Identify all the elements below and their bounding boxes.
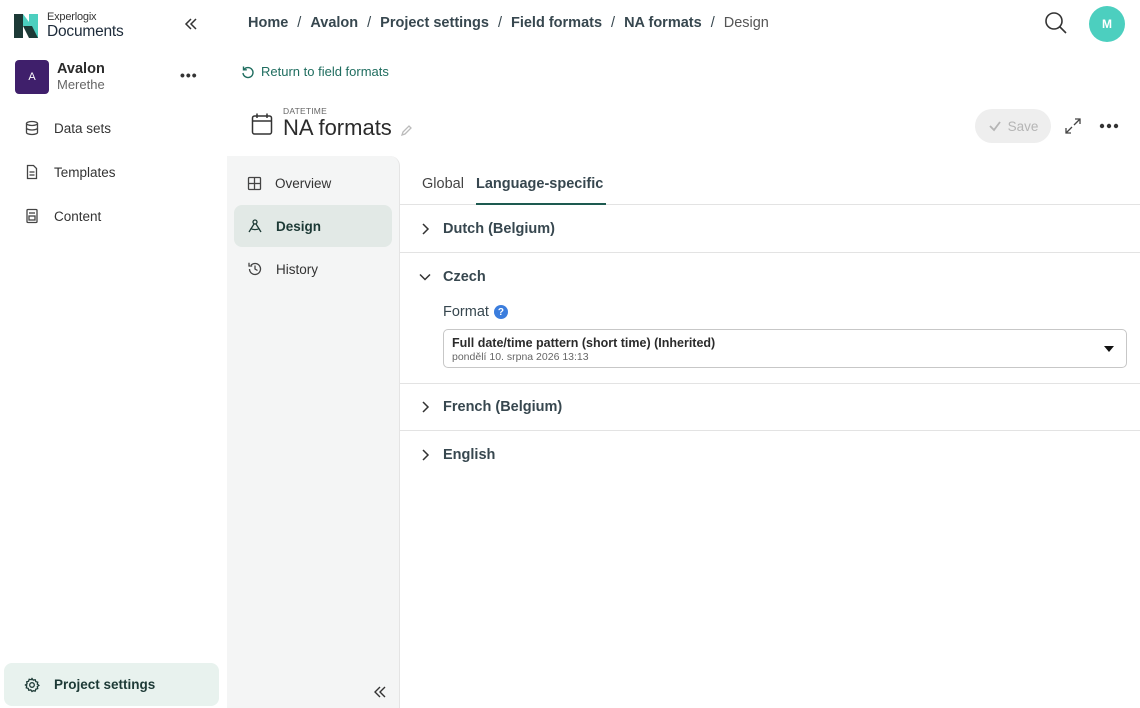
format-preview: pondělí 10. srpna 2026 13:13: [452, 351, 589, 363]
inner-nav-label: Overview: [275, 175, 332, 191]
help-icon[interactable]: ?: [493, 305, 508, 319]
more-horizontal-icon: [1099, 123, 1119, 129]
search-icon: [1045, 12, 1067, 34]
user-avatar[interactable]: M: [1089, 6, 1125, 42]
sidebar-item-label: Templates: [54, 164, 116, 180]
expand-icon: [1065, 118, 1081, 134]
app-logo[interactable]: Experlogix Documents: [14, 12, 124, 40]
collapse-inner-sidebar-button[interactable]: [372, 684, 388, 700]
format-select-value: Full date/time pattern (short time) (Inh…: [452, 336, 716, 350]
inner-nav-overview[interactable]: Overview: [234, 162, 392, 204]
double-chevron-left-icon: [184, 18, 197, 30]
history-icon: [248, 262, 262, 276]
page-title: NA formats: [283, 115, 392, 140]
return-to-field-formats-link[interactable]: Return to field formats: [241, 64, 389, 79]
sidebar-item-templates[interactable]: Templates: [14, 154, 214, 190]
chevron-right-icon: [422, 223, 430, 235]
save-label: Save: [1007, 118, 1039, 134]
tab-language-specific[interactable]: Language-specific: [476, 176, 603, 192]
sidebar-item-data-sets[interactable]: Data sets: [14, 110, 214, 146]
breadcrumb-field-formats[interactable]: Field formats: [511, 15, 602, 31]
check-icon: [988, 121, 1001, 132]
breadcrumb-avalon[interactable]: Avalon: [310, 15, 358, 31]
inner-nav-label: Design: [276, 218, 322, 234]
save-button[interactable]: Save: [975, 109, 1051, 143]
calendar-icon: [251, 113, 273, 135]
breadcrumb: Home / Avalon / Project settings / Field…: [248, 15, 769, 31]
page-header: DATETIME NA formats: [251, 106, 413, 140]
logo-big-text: Documents: [47, 23, 124, 40]
section-title: English: [443, 447, 496, 463]
content-icon: [26, 208, 38, 224]
workspace-user: Merethe: [57, 76, 105, 92]
double-chevron-left-icon: [374, 686, 386, 698]
caret-down-icon: [1104, 346, 1114, 352]
section-header[interactable]: French (Belgium): [418, 384, 562, 430]
section-czech: Czech Format ? Full date/time pattern (s…: [400, 253, 1140, 384]
collapse-sidebar-button[interactable]: [181, 14, 201, 34]
workspace-more-button[interactable]: •••: [180, 67, 200, 87]
breadcrumb-separator: /: [710, 15, 715, 31]
breadcrumb-separator: /: [367, 15, 372, 31]
breadcrumb-home[interactable]: Home: [248, 15, 288, 31]
inner-nav-label: History: [276, 261, 319, 277]
undo-icon: [242, 66, 254, 78]
template-icon: [26, 164, 38, 180]
format-select[interactable]: Full date/time pattern (short time) (Inh…: [443, 329, 1127, 368]
grid-icon: [247, 176, 262, 190]
workspace-avatar: A: [15, 60, 49, 94]
format-label-text: Format: [443, 304, 489, 320]
inner-nav-history[interactable]: History: [234, 248, 392, 290]
sidebar-item-label: Project settings: [54, 677, 156, 692]
breadcrumb-project-settings[interactable]: Project settings: [380, 15, 489, 31]
section-header[interactable]: Czech: [418, 253, 486, 301]
section-title: Czech: [443, 269, 486, 285]
section-title: French (Belgium): [443, 399, 563, 415]
section-french-belgium: French (Belgium): [400, 384, 1140, 431]
pencil-icon[interactable]: [400, 124, 413, 137]
section-header[interactable]: English: [418, 431, 495, 479]
breadcrumb-current: Design: [723, 15, 769, 31]
sidebar-item-content[interactable]: Content: [14, 198, 214, 234]
expand-button[interactable]: [1063, 116, 1083, 136]
gear-icon: [24, 676, 40, 692]
chevron-right-icon: [422, 401, 430, 413]
format-label: Format ?: [443, 304, 508, 320]
section-title: Dutch (Belgium): [443, 221, 555, 237]
inner-sidebar: Overview Design History: [227, 156, 400, 708]
section-dutch-belgium: Dutch (Belgium): [400, 205, 1140, 253]
breadcrumb-separator: /: [297, 15, 302, 31]
workspace-name: Avalon: [57, 60, 105, 77]
sidebar-item-label: Content: [54, 208, 102, 224]
breadcrumb-separator: /: [611, 15, 616, 31]
section-english: English: [400, 431, 1140, 479]
tab-global[interactable]: Global: [422, 176, 464, 192]
sidebar-item-project-settings[interactable]: Project settings: [4, 663, 219, 706]
sidebar: Experlogix Documents A Avalon Merethe ••…: [0, 0, 227, 708]
section-header[interactable]: Dutch (Belgium): [418, 205, 555, 253]
chevron-right-icon: [422, 449, 430, 461]
more-options-button[interactable]: [1098, 116, 1120, 136]
experlogix-logo-icon: [14, 13, 38, 38]
design-icon: [248, 219, 262, 233]
database-icon: [25, 120, 39, 136]
breadcrumb-na-formats[interactable]: NA formats: [624, 15, 702, 31]
return-link-label: Return to field formats: [261, 64, 389, 79]
tab-bar: Global Language-specific: [400, 156, 1140, 205]
workspace-switcher[interactable]: A Avalon Merethe: [15, 60, 105, 94]
sidebar-item-label: Data sets: [54, 120, 112, 136]
inner-nav-design[interactable]: Design: [234, 205, 392, 247]
breadcrumb-separator: /: [497, 15, 502, 31]
search-button[interactable]: [1043, 10, 1069, 36]
chevron-down-icon: [419, 273, 431, 281]
logo-small-text: Experlogix: [47, 11, 97, 23]
